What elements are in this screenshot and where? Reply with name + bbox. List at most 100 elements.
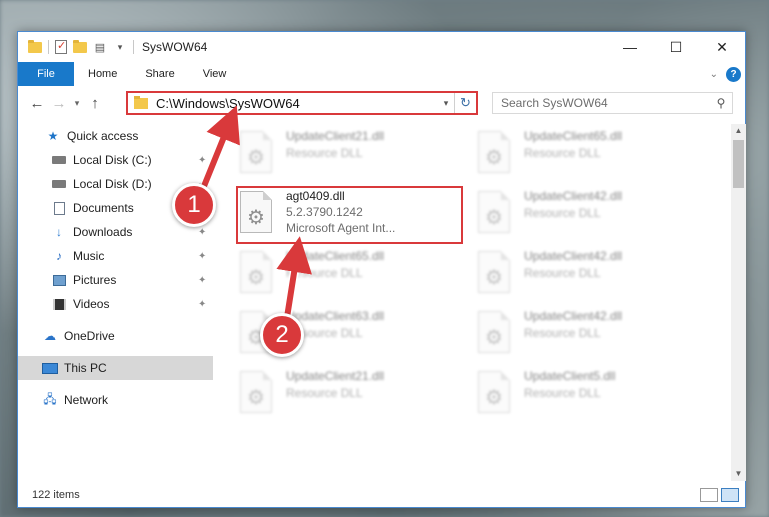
gear-icon: ⚙ [485, 387, 503, 409]
file-name: UpdateClient65.dll [524, 129, 623, 143]
window-title: SysWOW64 [142, 40, 208, 54]
file-explorer-window: ▤ ▾ SysWOW64 — ☐ ✕ File Home Share View … [17, 31, 746, 508]
pin-icon[interactable]: ✦ [198, 299, 206, 310]
sidebar-item-label: Music [73, 249, 105, 263]
file-item[interactable]: ⚙ UpdateClient21.dll Resource DLL [236, 128, 456, 184]
tab-view[interactable]: View [189, 62, 241, 86]
sidebar-item-quick-access[interactable]: ★ Quick access [18, 124, 213, 148]
file-item[interactable]: ⚙ UpdateClient65.dll Resource DLL [236, 248, 456, 304]
vertical-scrollbar[interactable]: ▲ ▼ [731, 124, 746, 481]
large-icons-view-icon[interactable] [721, 488, 739, 502]
disk-icon [52, 180, 66, 188]
download-icon: ↓ [56, 225, 62, 239]
file-type: Resource DLL [524, 266, 601, 280]
gear-icon: ⚙ [247, 267, 265, 289]
new-folder-icon[interactable] [73, 39, 87, 53]
up-arrow-icon[interactable]: ↑ [84, 92, 106, 114]
pictures-icon [52, 274, 66, 286]
status-bar: 122 items [18, 482, 745, 508]
file-item[interactable]: ⚙ UpdateClient42.dll Resource DLL [474, 308, 694, 364]
ribbon-right-controls: ⌄ ? [710, 62, 745, 86]
pin-icon[interactable]: ✦ [198, 251, 206, 262]
file-name: UpdateClient42.dll [524, 189, 623, 203]
folder-icon[interactable] [28, 39, 42, 53]
tab-home[interactable]: Home [74, 62, 131, 86]
file-item[interactable]: ⚙ UpdateClient21.dll Resource DLL [236, 368, 456, 424]
forward-arrow-icon[interactable]: → [48, 92, 70, 114]
details-view-icon[interactable] [700, 488, 718, 502]
file-item[interactable]: ⚙ UpdateClient5.dll Resource DLL [474, 368, 694, 424]
gear-icon: ⚙ [485, 207, 503, 229]
properties-icon[interactable] [55, 39, 67, 54]
help-icon[interactable]: ? [726, 66, 741, 82]
sidebar-item-local-disk-c[interactable]: Local Disk (C:) ✦ [18, 148, 213, 172]
scrollbar-thumb[interactable] [733, 140, 744, 188]
chevron-down-icon[interactable]: ⌄ [710, 69, 718, 80]
sidebar-item-this-pc[interactable]: This PC [18, 356, 213, 380]
maximize-button[interactable]: ☐ [653, 32, 699, 62]
file-name: UpdateClient21.dll [286, 129, 385, 143]
chevron-down-icon[interactable]: ▾ [438, 98, 454, 109]
file-item[interactable]: ⚙ UpdateClient42.dll Resource DLL [474, 188, 694, 244]
ribbon-tabs: File Home Share View ⌄ ? [18, 62, 745, 86]
file-name: UpdateClient5.dll [524, 369, 616, 383]
refresh-icon[interactable]: ↻ [454, 93, 476, 113]
search-icon[interactable]: ⚲ [710, 96, 732, 110]
item-count: 122 items [32, 489, 80, 501]
navigation-bar: ← → ▾ ↑ C:\Windows\SysWOW64 ▾ ↻ Search S… [18, 88, 745, 118]
file-type: Resource DLL [524, 146, 601, 160]
music-icon: ♪ [56, 249, 62, 263]
address-path[interactable]: C:\Windows\SysWOW64 [156, 96, 438, 111]
file-name: UpdateClient65.dll [286, 249, 385, 263]
minimize-button[interactable]: — [607, 32, 653, 62]
tab-share[interactable]: Share [131, 62, 188, 86]
sidebar-item-network[interactable]: 🖧 Network [18, 388, 213, 412]
address-bar[interactable]: C:\Windows\SysWOW64 ▾ ↻ [126, 91, 478, 115]
documents-icon [53, 201, 65, 215]
sidebar-item-onedrive[interactable]: ☁ OneDrive [18, 324, 213, 348]
sidebar-item-pictures[interactable]: Pictures ✦ [18, 268, 213, 292]
sidebar-item-music[interactable]: ♪ Music ✦ [18, 244, 213, 268]
sidebar-item-label: Local Disk (D:) [73, 177, 152, 191]
recent-locations-chevron-icon[interactable]: ▾ [70, 92, 84, 114]
file-name: UpdateClient42.dll [524, 249, 623, 263]
disk-icon [52, 156, 66, 164]
toolbar-separator [48, 40, 49, 54]
star-icon: ★ [47, 129, 59, 143]
sidebar-item-label: OneDrive [64, 329, 115, 343]
file-type: Resource DLL [524, 386, 601, 400]
sidebar-item-label: Network [64, 393, 109, 407]
sidebar-item-label: Pictures [73, 273, 117, 287]
pin-icon[interactable]: ✦ [198, 227, 206, 238]
step-badge-2: 2 [260, 313, 304, 357]
customize-toolbar-icon[interactable]: ▤ [93, 40, 107, 54]
scroll-down-icon[interactable]: ▼ [731, 467, 746, 481]
toolbar-dropdown-icon[interactable]: ▾ [113, 40, 127, 54]
network-icon: 🖧 [43, 391, 57, 406]
quick-access-toolbar: ▤ ▾ [18, 39, 134, 54]
back-arrow-icon[interactable]: ← [26, 92, 48, 114]
gear-icon: ⚙ [485, 327, 503, 349]
sidebar-item-label: Quick access [67, 129, 139, 143]
file-name: UpdateClient21.dll [286, 369, 385, 383]
title-bar: ▤ ▾ SysWOW64 — ☐ ✕ [18, 32, 745, 62]
file-item[interactable]: ⚙ UpdateClient65.dll Resource DLL [474, 128, 694, 184]
pin-icon[interactable]: ✦ [198, 155, 206, 166]
scroll-up-icon[interactable]: ▲ [731, 124, 746, 138]
file-type: Resource DLL [524, 326, 601, 340]
sidebar-item-videos[interactable]: Videos ✦ [18, 292, 213, 316]
cloud-icon: ☁ [44, 329, 56, 343]
navigation-pane: ★ Quick access Local Disk (C:) ✦ Local D… [18, 124, 213, 481]
pin-icon[interactable]: ✦ [198, 275, 206, 286]
file-type: Resource DLL [286, 266, 363, 280]
gear-icon: ⚙ [485, 147, 503, 169]
file-highlight-box [236, 186, 463, 244]
close-button[interactable]: ✕ [699, 32, 745, 62]
file-list: ⚙ UpdateClient21.dll Resource DLL ⚙ Upda… [214, 124, 728, 481]
tab-file[interactable]: File [18, 62, 74, 86]
sidebar-item-label: Documents [73, 201, 134, 215]
search-input[interactable]: Search SysWOW64 [501, 96, 710, 110]
file-name: UpdateClient42.dll [524, 309, 623, 323]
file-item[interactable]: ⚙ UpdateClient42.dll Resource DLL [474, 248, 694, 304]
search-box[interactable]: Search SysWOW64 ⚲ [492, 92, 733, 114]
